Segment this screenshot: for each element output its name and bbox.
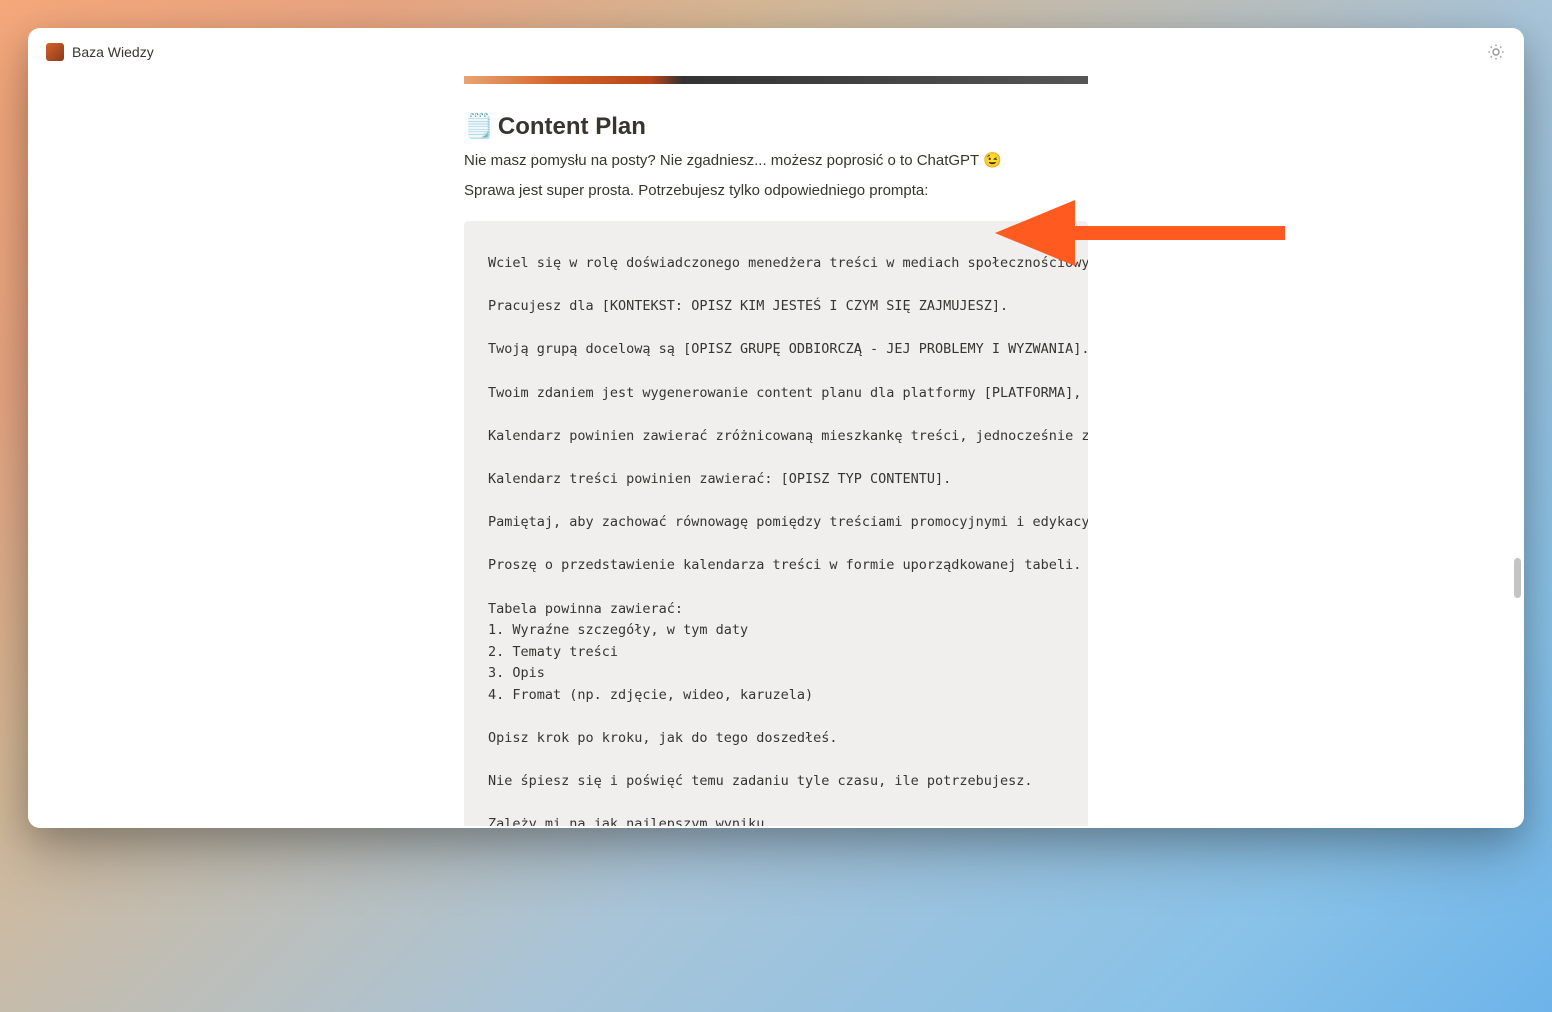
page-title: 🗒️ Content Plan — [464, 112, 1088, 141]
copy-button[interactable]: Copy — [1023, 229, 1080, 247]
header-bar: Baza Wiedzy — [28, 28, 1524, 76]
content-area: 🗒️ Content Plan Nie masz pomysłu na post… — [28, 76, 1524, 826]
article: 🗒️ Content Plan Nie masz pomysłu na post… — [464, 76, 1088, 826]
scrollbar-thumb[interactable] — [1514, 558, 1521, 598]
code-block-container: Copy Wciel się w rolę doświadczonego men… — [464, 221, 1088, 826]
code-block[interactable]: Wciel się w rolę doświadczonego menedżer… — [464, 221, 1088, 826]
brand-icon — [46, 43, 64, 61]
theme-toggle-button[interactable] — [1486, 42, 1506, 62]
title-text: Content Plan — [498, 113, 646, 141]
description-line-1: Nie masz pomysłu na posty? Nie zgadniesz… — [464, 149, 1088, 173]
app-window: Baza Wiedzy 🗒️ Content Plan Nie — [28, 28, 1524, 828]
copy-icon — [1031, 233, 1042, 244]
copy-label: Copy — [1046, 232, 1072, 244]
banner-image — [464, 76, 1088, 84]
sun-icon — [1487, 43, 1505, 61]
brand-text: Baza Wiedzy — [72, 44, 154, 60]
description-line-2: Sprawa jest super prosta. Potrzebujesz t… — [464, 179, 1088, 203]
notepad-emoji: 🗒️ — [464, 112, 494, 141]
header-brand[interactable]: Baza Wiedzy — [46, 43, 154, 61]
